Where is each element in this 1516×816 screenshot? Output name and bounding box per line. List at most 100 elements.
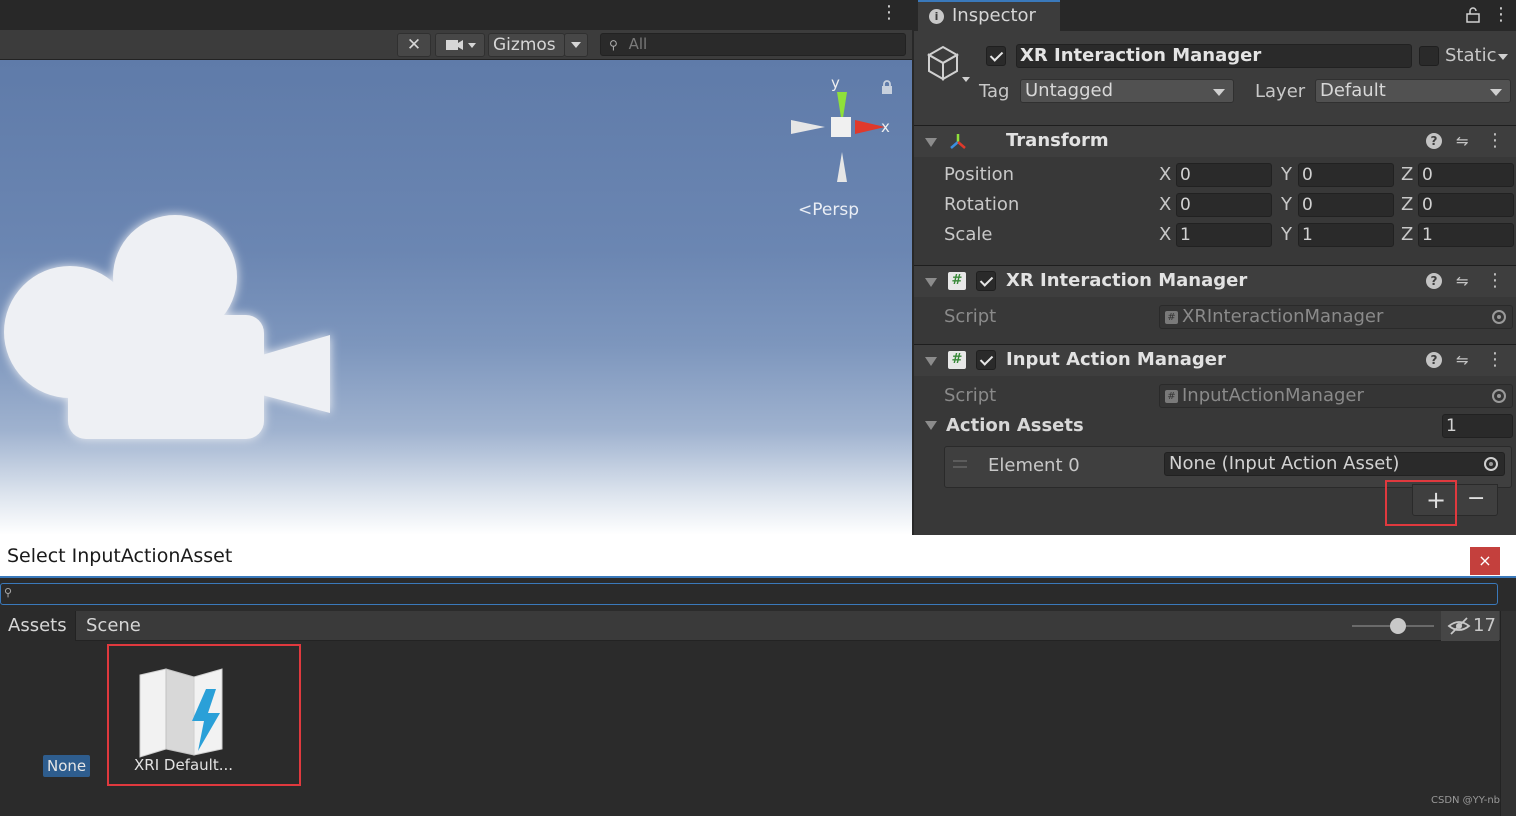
help-icon[interactable]: ? [1426,133,1442,149]
icon-size-slider-handle[interactable] [1390,618,1406,634]
action-assets-count: 1 [1446,416,1457,436]
gizmos-label: Gizmos [493,35,556,55]
asset-item-none[interactable]: None [43,755,91,777]
foldout-arrow-icon[interactable] [925,138,937,147]
gizmos-dropdown-button[interactable] [564,33,588,57]
rotation-x-field[interactable]: 0 [1176,193,1272,217]
scale-z-field[interactable]: 1 [1418,223,1514,247]
xr-manager-title: XR Interaction Manager [1006,270,1248,291]
object-name-field[interactable]: XR Interaction Manager [1016,44,1412,68]
help-icon[interactable]: ? [1426,352,1442,368]
xr-manager-header-tools: ? ⇋ ⋮ [1426,270,1506,292]
select-asset-dialog: Select InputActionAsset × ⚲ Assets Scene [0,535,1516,816]
camera-settings-button[interactable] [435,33,485,57]
script-icon: # [1165,390,1178,403]
close-button[interactable]: × [1470,547,1500,575]
gizmo-center-cube[interactable] [831,117,851,137]
transform-title: Transform [1006,130,1109,151]
component-menu-icon[interactable]: ⋮ [1486,349,1504,370]
scene-search-input[interactable]: ⚲ All [600,33,906,56]
input-manager-enabled-checkbox[interactable] [976,350,996,370]
gizmo-neg-y-axis-icon[interactable] [837,152,847,182]
rotation-z-value: 0 [1422,195,1433,215]
position-z-field[interactable]: 0 [1418,163,1514,187]
dialog-scrollbar[interactable] [1500,611,1516,816]
gameobject-cube-icon[interactable] [924,43,972,87]
tab-inspector[interactable]: i Inspector [918,0,1060,31]
transform-body: Position X 0 Y 0 Z 0 Rotation X 0 Y 0 Z … [914,157,1516,265]
scene-view: ⋮ ✕ Gizmos ⚲ All y x <Persp [0,0,912,535]
presets-icon[interactable]: ⇋ [1456,272,1469,290]
axis-y-label: Y [1281,164,1292,185]
projection-toggle[interactable]: <Persp [798,200,859,220]
help-icon[interactable]: ? [1426,273,1442,289]
drag-handle-icon[interactable] [953,460,967,468]
scale-y-field[interactable]: 1 [1298,223,1394,247]
tag-dropdown[interactable]: Untagged [1020,79,1234,103]
axis-z-label: Z [1401,224,1414,245]
highlight-add-button [1385,480,1457,526]
transform-row-scale: Scale X 1 Y 1 Z 1 [914,222,1516,248]
watermark: CSDN @YY-nb [1430,795,1500,806]
dialog-tab-bar: Assets Scene 17 [0,611,1500,641]
tools-icon: ✕ [406,35,422,55]
lock-icon[interactable] [1466,7,1480,23]
action-assets-foldout-icon[interactable] [925,421,937,430]
script-label: Script [944,385,997,406]
axis-x-label: X [1159,164,1172,185]
chevron-down-icon [571,42,581,48]
dialog-search-input[interactable]: ⚲ [0,583,1498,605]
transform-header[interactable]: Transform ? ⇋ ⋮ [914,125,1516,157]
scale-x-value: 1 [1180,225,1191,245]
action-assets-size-field[interactable]: 1 [1442,414,1513,438]
position-z-value: 0 [1422,165,1433,185]
layer-dropdown[interactable]: Default [1315,79,1511,103]
foldout-arrow-icon[interactable] [925,278,937,287]
element-0-object-field[interactable]: None (Input Action Asset) [1164,452,1505,476]
axis-x-label: X [1159,194,1172,215]
component-menu-icon[interactable]: ⋮ [1486,130,1504,151]
chevron-down-icon[interactable] [1497,53,1509,61]
tab-scene[interactable]: Scene [78,611,149,641]
xr-manager-header[interactable]: # XR Interaction Manager ? ⇋ ⋮ [914,265,1516,297]
static-checkbox[interactable] [1419,46,1439,66]
xr-manager-enabled-checkbox[interactable] [976,271,996,291]
position-label: Position [944,164,1015,185]
presets-icon[interactable]: ⇋ [1456,132,1469,150]
rotation-z-field[interactable]: 0 [1418,193,1514,217]
position-x-field[interactable]: 0 [1176,163,1272,187]
presets-icon[interactable]: ⇋ [1456,351,1469,369]
foldout-arrow-icon[interactable] [925,357,937,366]
input-manager-script-field: # InputActionManager [1159,384,1513,408]
hidden-packages-toggle[interactable]: 17 [1441,611,1499,641]
scene-tab-bar: ⋮ [0,0,912,30]
inspector-more-menu-icon[interactable]: ⋮ [1492,4,1510,25]
orientation-gizmo[interactable]: y x [785,72,895,187]
object-picker-icon[interactable] [1492,389,1506,403]
rotation-y-field[interactable]: 0 [1298,193,1394,217]
object-picker-icon[interactable] [1484,457,1498,471]
input-manager-header[interactable]: # Input Action Manager ? ⇋ ⋮ [914,344,1516,376]
tab-assets[interactable]: Assets [0,611,76,641]
layer-label: Layer [1255,81,1306,102]
gizmo-neg-x-axis-icon[interactable] [791,120,825,134]
remove-element-button[interactable]: − [1467,486,1485,511]
scale-z-value: 1 [1422,225,1433,245]
position-y-value: 0 [1302,165,1313,185]
inspector-tab-bar: i Inspector ⋮ [914,0,1516,31]
component-menu-icon[interactable]: ⋮ [1486,270,1504,291]
position-y-field[interactable]: 0 [1298,163,1394,187]
element-0-label: Element 0 [988,455,1080,476]
gizmos-button[interactable]: Gizmos [488,33,565,57]
scene-more-menu-icon[interactable]: ⋮ [880,4,898,22]
scale-x-field[interactable]: 1 [1176,223,1272,247]
scene-search-placeholder: All [628,35,648,53]
transform-row-rotation: Rotation X 0 Y 0 Z 0 [914,192,1516,218]
close-icon: × [1478,551,1492,570]
tools-toggle-button[interactable]: ✕ [397,33,431,57]
scene-viewport[interactable]: y x <Persp [0,60,912,535]
input-manager-header-tools: ? ⇋ ⋮ [1426,349,1506,371]
object-picker-icon[interactable] [1492,310,1506,324]
scene-toolbar: ✕ Gizmos ⚲ All [0,30,912,60]
object-active-checkbox[interactable] [986,46,1006,66]
